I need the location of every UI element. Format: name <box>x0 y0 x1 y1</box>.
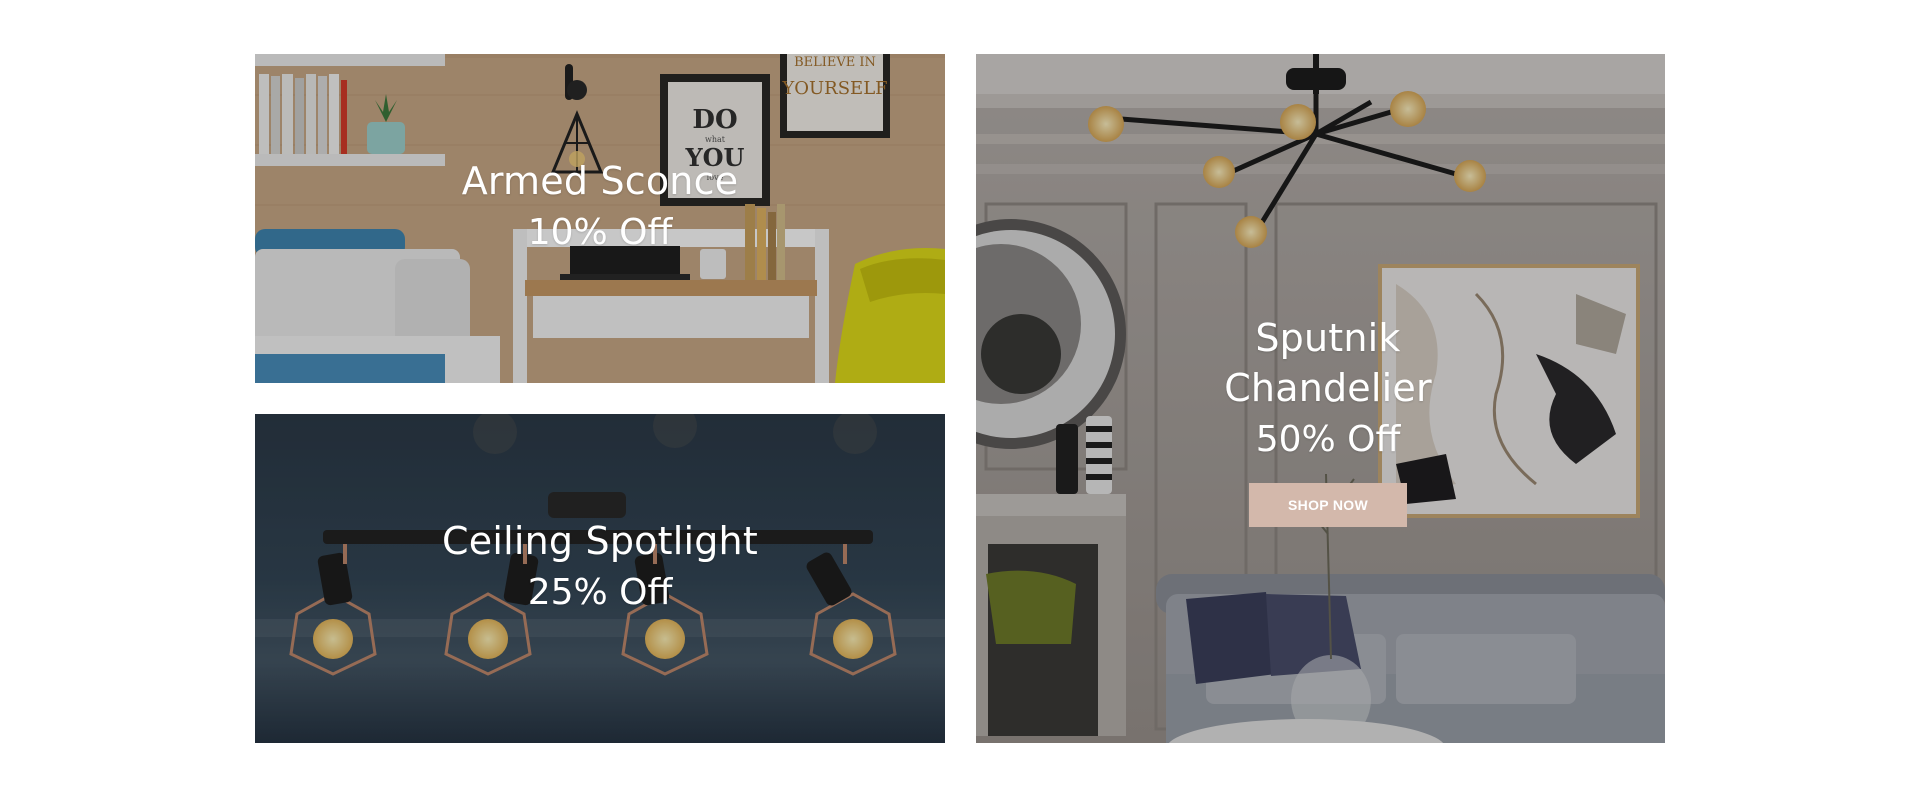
promo-card-ceiling-spotlight[interactable]: Ceiling Spotlight 25% Off <box>255 414 945 743</box>
promo-caption: Armed Sconce 10% Off <box>255 156 945 258</box>
promo-caption: Ceiling Spotlight 25% Off <box>255 516 945 618</box>
shop-now-button[interactable]: SHOP NOW <box>1249 483 1407 527</box>
promo-discount: 50% Off <box>1255 419 1401 460</box>
promo-caption-inner: Sputnik Chandelier 50% Off SHOP NOW <box>1148 313 1508 527</box>
promo-card-sputnik-chandelier[interactable]: Sputnik Chandelier 50% Off SHOP NOW <box>976 54 1665 743</box>
promo-discount: 10% Off <box>527 212 673 253</box>
promo-card-armed-sconce[interactable]: DO what YOU love BELIEVE IN YOURSELF Arm… <box>255 54 945 383</box>
promo-discount: 25% Off <box>527 572 673 613</box>
promo-grid: DO what YOU love BELIEVE IN YOURSELF Arm… <box>0 0 1920 787</box>
promo-title[interactable]: Armed Sconce <box>255 156 945 206</box>
promo-title[interactable]: Ceiling Spotlight <box>255 516 945 566</box>
promo-title[interactable]: Sputnik Chandelier <box>1148 313 1508 413</box>
